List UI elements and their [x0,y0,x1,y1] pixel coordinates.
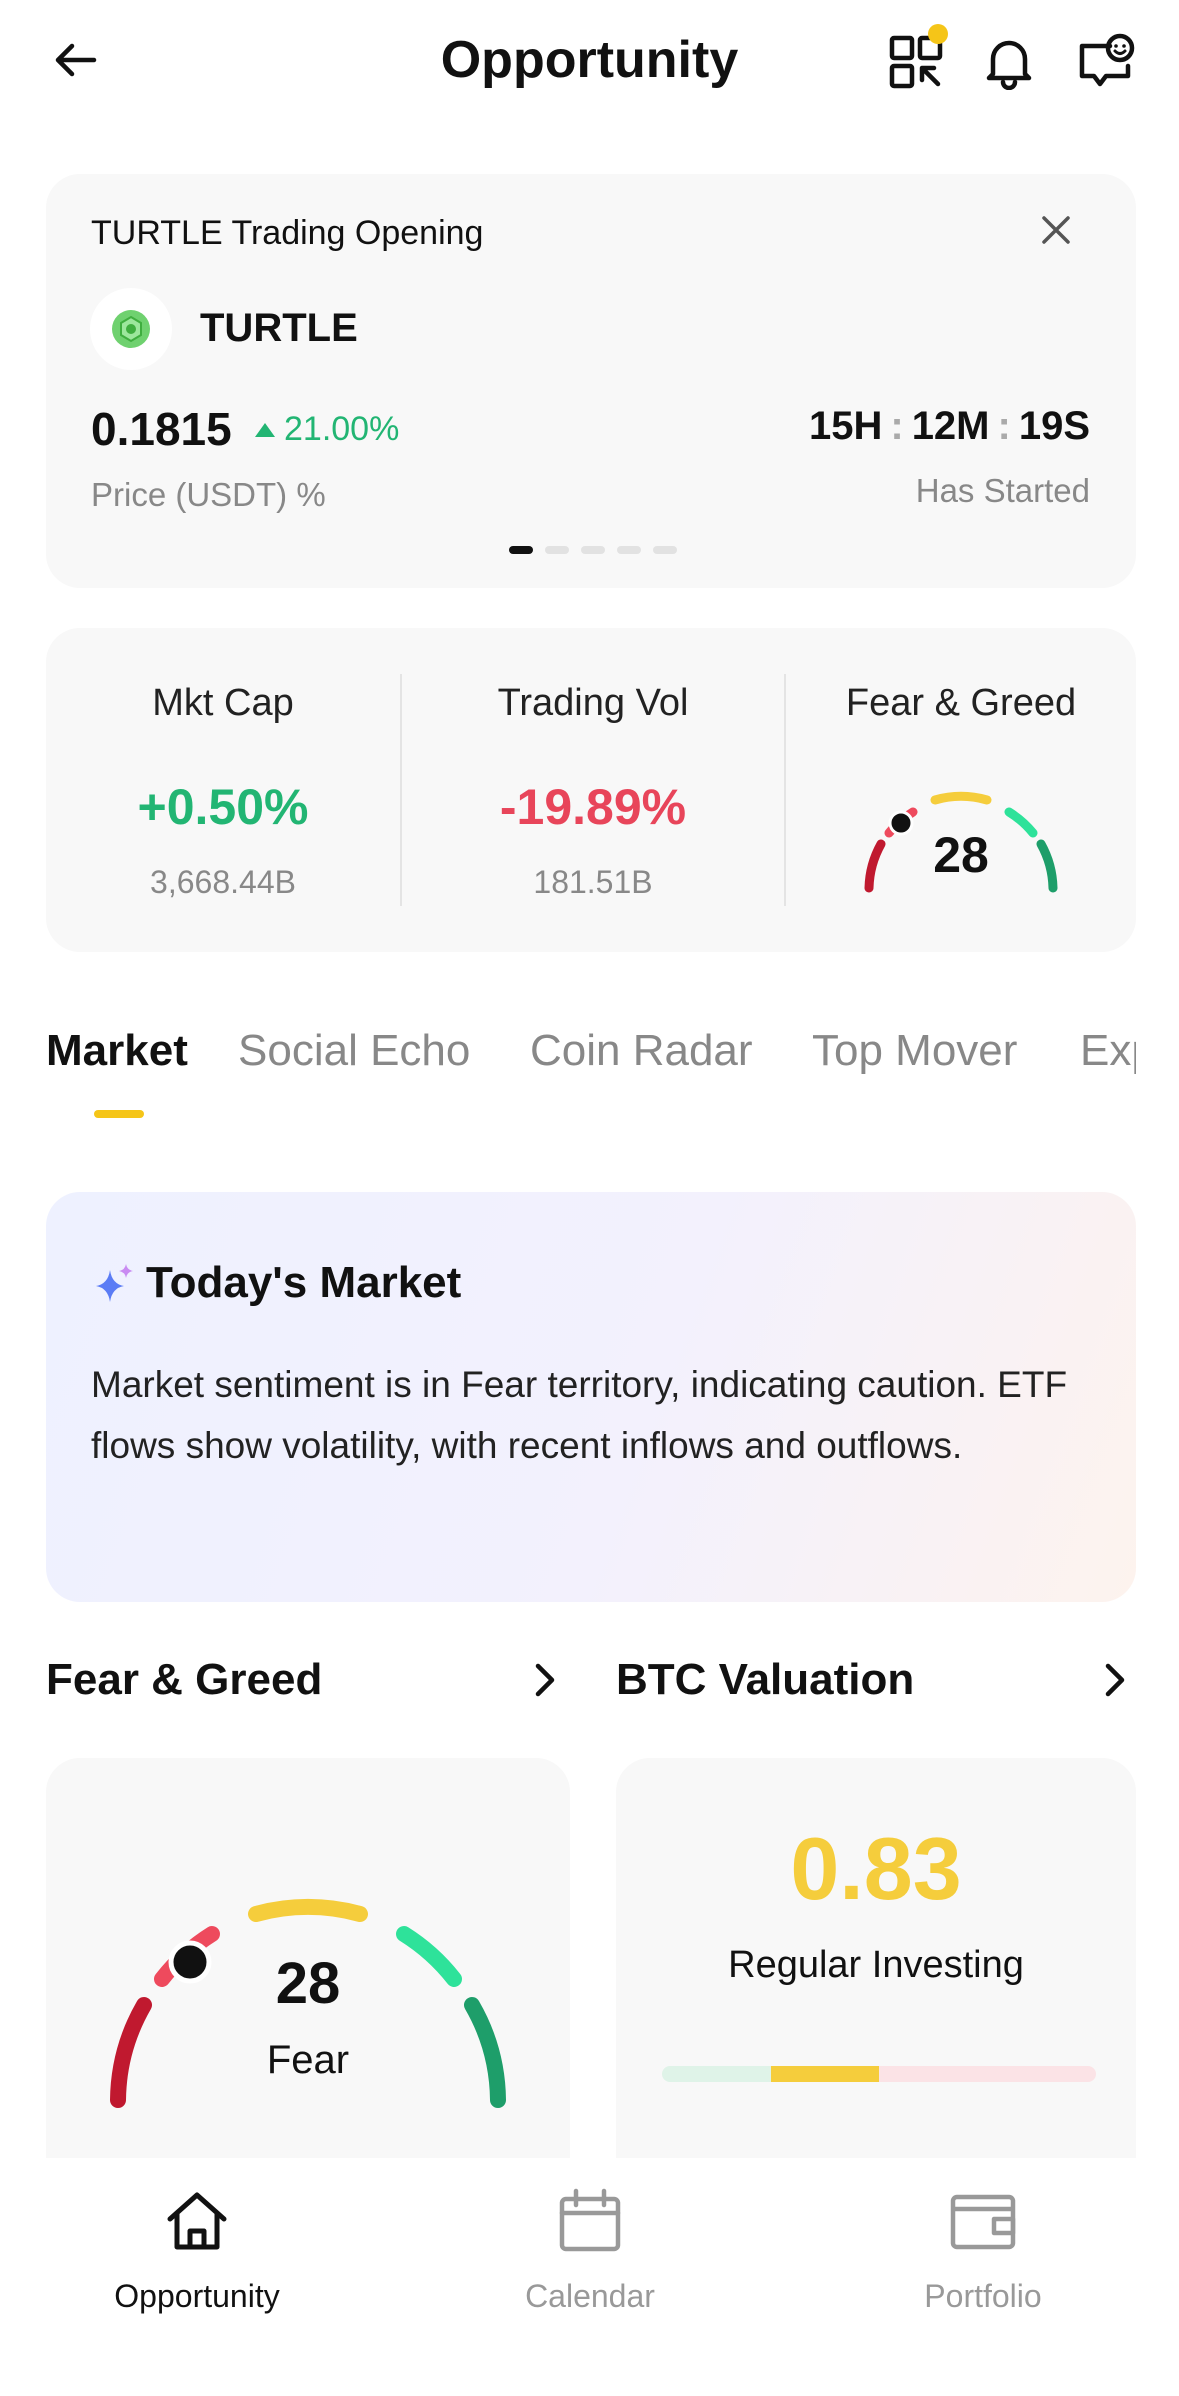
fear-greed-card[interactable]: 28 Fear [46,1758,570,2158]
tab-market[interactable]: Market [46,1026,188,1076]
fear-greed-mini-value: 28 [933,827,989,883]
tab-top-mover[interactable]: Top Mover [812,1026,1017,1076]
coin-logo [90,288,172,370]
wallet-icon [950,2194,1016,2250]
fear-greed-label: Fear & Greed [845,682,1077,724]
carousel-dot[interactable] [653,546,677,554]
bottom-navigation: Opportunity Calendar Portfolio [0,2158,1179,2396]
btc-valuation-section-header[interactable]: BTC Valuation [616,1648,1132,1712]
notification-dot [928,24,948,44]
fear-greed-status: Fear [266,2038,350,2082]
market-tabs: Market Social Echo Coin Radar Top Mover … [46,1026,1136,1106]
nav-calendar-label: Calendar [525,2278,655,2314]
support-chat-button[interactable] [1074,30,1138,94]
nav-opportunity-label: Opportunity [114,2278,280,2314]
scan-button[interactable] [884,24,948,94]
bar-segment-low [662,2066,771,2082]
close-icon [1042,216,1070,244]
price-change-value: 21.00% [284,410,400,448]
btc-valuation-card[interactable]: 0.83 Regular Investing [616,1758,1136,2158]
notifications-button[interactable] [977,30,1041,94]
fear-greed-section-header[interactable]: Fear & Greed [46,1648,562,1712]
todays-market-summary: Market sentiment is in Fear territory, i… [91,1364,1068,1466]
banner-title: TURTLE Trading Opening [91,214,484,252]
btc-valuation-label: Regular Investing [728,1944,1024,1986]
mkt-cap-metric[interactable]: Mkt Cap +0.50% 3,668.44B [46,628,400,952]
turtle-logo-icon [112,310,150,348]
calendar-icon [559,2188,621,2252]
countdown-timer: 15H : 12M : 19S [809,404,1090,449]
countdown-separator: : [997,404,1011,448]
coin-price: 0.1815 [91,403,232,455]
trading-vol-metric[interactable]: Trading Vol -19.89% 181.51B [402,628,784,952]
todays-market-card: Today's Market Market sentiment is in Fe… [46,1192,1136,1602]
home-icon [167,2192,227,2250]
countdown-minutes: 12M [911,404,990,448]
triangle-up-icon [255,422,275,437]
listing-status: Has Started [915,472,1090,509]
carousel-dot[interactable] [617,546,641,554]
todays-market-header: Today's Market [94,1258,461,1308]
fear-greed-section-title: Fear & Greed [46,1655,323,1704]
trading-vol-change: -19.89% [499,779,687,835]
mkt-cap-value: 3,668.44B [150,864,296,900]
trading-vol-value: 181.51B [533,864,653,900]
todays-market-title: Today's Market [146,1258,462,1307]
bell-icon [986,40,1032,90]
active-tab-indicator [94,1110,144,1118]
tab-explore[interactable]: Explore [1080,1026,1136,1076]
countdown-hours: 15H [808,404,883,448]
opportunity-screen: Opportunity TURTLE Trading Opening TURTL… [0,0,1179,2396]
trading-vol-label: Trading Vol [497,682,689,724]
bar-segment-high [879,2066,1096,2082]
chevron-right-icon [535,1663,555,1697]
btc-valuation-bar [662,2066,1096,2082]
carousel-dot[interactable] [581,546,605,554]
price-change: 21.00% [254,410,399,449]
coin-name: TURTLE [200,306,358,350]
nav-opportunity[interactable]: Opportunity [77,2186,317,2315]
listing-banner[interactable]: TURTLE Trading Opening TURTLE 0.1815 21.… [46,174,1136,588]
nav-calendar[interactable]: Calendar [470,2186,710,2315]
carousel-indicator [509,546,677,554]
btc-valuation-value: 0.83 [790,1819,962,1918]
top-bar: Opportunity [0,0,1179,130]
countdown-seconds: 19S [1018,404,1090,448]
carousel-dot[interactable] [509,546,533,554]
bar-segment-mid [770,2066,879,2082]
tab-social-echo[interactable]: Social Echo [238,1026,470,1076]
fear-greed-metric[interactable]: Fear & Greed 28 [786,628,1136,952]
nav-portfolio-label: Portfolio [924,2278,1042,2314]
banner-close-button[interactable] [1032,206,1080,254]
countdown-separator: : [890,404,904,448]
price-label: Price (USDT) % [91,476,326,513]
market-metrics-card: Mkt Cap +0.50% 3,668.44B Trading Vol -19… [46,628,1136,952]
nav-portfolio[interactable]: Portfolio [863,2186,1103,2315]
chevron-right-icon [1105,1663,1125,1697]
fear-greed-value: 28 [275,1951,341,2016]
tab-coin-radar[interactable]: Coin Radar [530,1026,753,1076]
mkt-cap-label: Mkt Cap [152,682,294,724]
chat-smile-icon [1079,33,1135,87]
btc-valuation-section-title: BTC Valuation [616,1655,915,1704]
ai-sparkle-icon [96,1264,133,1302]
carousel-dot[interactable] [545,546,569,554]
mkt-cap-change: +0.50% [137,779,309,835]
